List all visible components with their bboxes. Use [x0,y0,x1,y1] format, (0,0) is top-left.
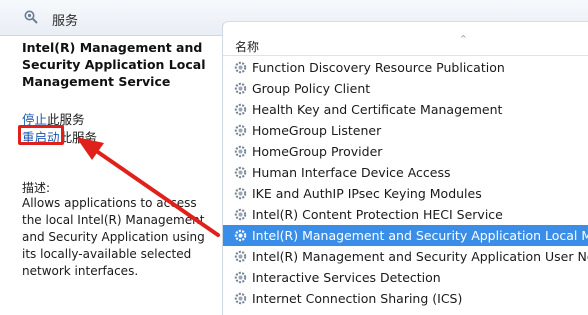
description-text: Allows applications to access the local … [22,196,205,278]
service-gear-icon [234,166,247,179]
service-name: Health Key and Certificate Management [252,102,503,117]
service-name: Intel(R) Management and Security Applica… [252,228,588,243]
service-name: Intel(R) Management and Security Applica… [252,249,588,264]
service-row[interactable]: Health Key and Certificate Management [223,99,588,120]
service-gear-icon [234,229,247,242]
service-rows: Function Discovery Resource Publication G… [223,57,588,309]
service-gear-icon [234,271,247,284]
service-gear-icon [234,145,247,158]
sort-ascending-icon: ^ [460,34,467,43]
service-row[interactable]: Internet Connection Sharing (ICS) [223,288,588,309]
service-row[interactable]: IKE and AuthIP IPsec Keying Modules [223,183,588,204]
service-name: IKE and AuthIP IPsec Keying Modules [252,186,482,201]
service-name: Function Discovery Resource Publication [252,60,505,75]
description-label: 描述: [22,181,51,195]
page-title: 服务 [52,14,79,29]
service-gear-icon [234,208,247,221]
service-name: Intel(R) Content Protection HECI Service [252,207,503,222]
service-gear-icon [234,61,247,74]
service-row[interactable]: Intel(R) Content Protection HECI Service [223,204,588,225]
service-row[interactable]: Interactive Services Detection [223,267,588,288]
restart-service-suffix: 此服务 [59,130,98,145]
services-list: ^ 名称 Function Discovery Resource Publica… [222,21,588,315]
service-row[interactable]: Intel(R) Management and Security Applica… [223,246,588,267]
service-gear-icon [234,82,247,95]
service-row[interactable]: Function Discovery Resource Publication [223,57,588,78]
service-gear-icon [234,250,247,263]
service-gear-icon [234,103,247,116]
service-name: HomeGroup Listener [252,123,382,138]
service-gear-icon [234,187,247,200]
service-row[interactable]: HomeGroup Provider [223,141,588,162]
service-name: Group Policy Client [252,81,371,96]
service-name: Human Interface Device Access [252,165,451,180]
service-row[interactable]: Group Policy Client [223,78,588,99]
service-gear-icon [234,124,247,137]
annotation-highlight-box [18,125,64,145]
name-column-header[interactable]: ^ 名称 [223,34,588,56]
gear-search-icon [24,10,38,24]
service-row-selected[interactable]: Intel(R) Management and Security Applica… [223,225,588,246]
service-gear-icon [234,292,247,305]
name-column-label: 名称 [235,40,260,54]
service-row[interactable]: Human Interface Device Access [223,162,588,183]
service-detail-pane: Intel(R) Management and Security Applica… [0,36,222,315]
service-name: Internet Connection Sharing (ICS) [252,291,463,306]
service-row[interactable]: HomeGroup Listener [223,120,588,141]
service-name-heading: Intel(R) Management and Security Applica… [22,40,206,89]
service-name: Interactive Services Detection [252,270,441,285]
service-name: HomeGroup Provider [252,144,383,159]
